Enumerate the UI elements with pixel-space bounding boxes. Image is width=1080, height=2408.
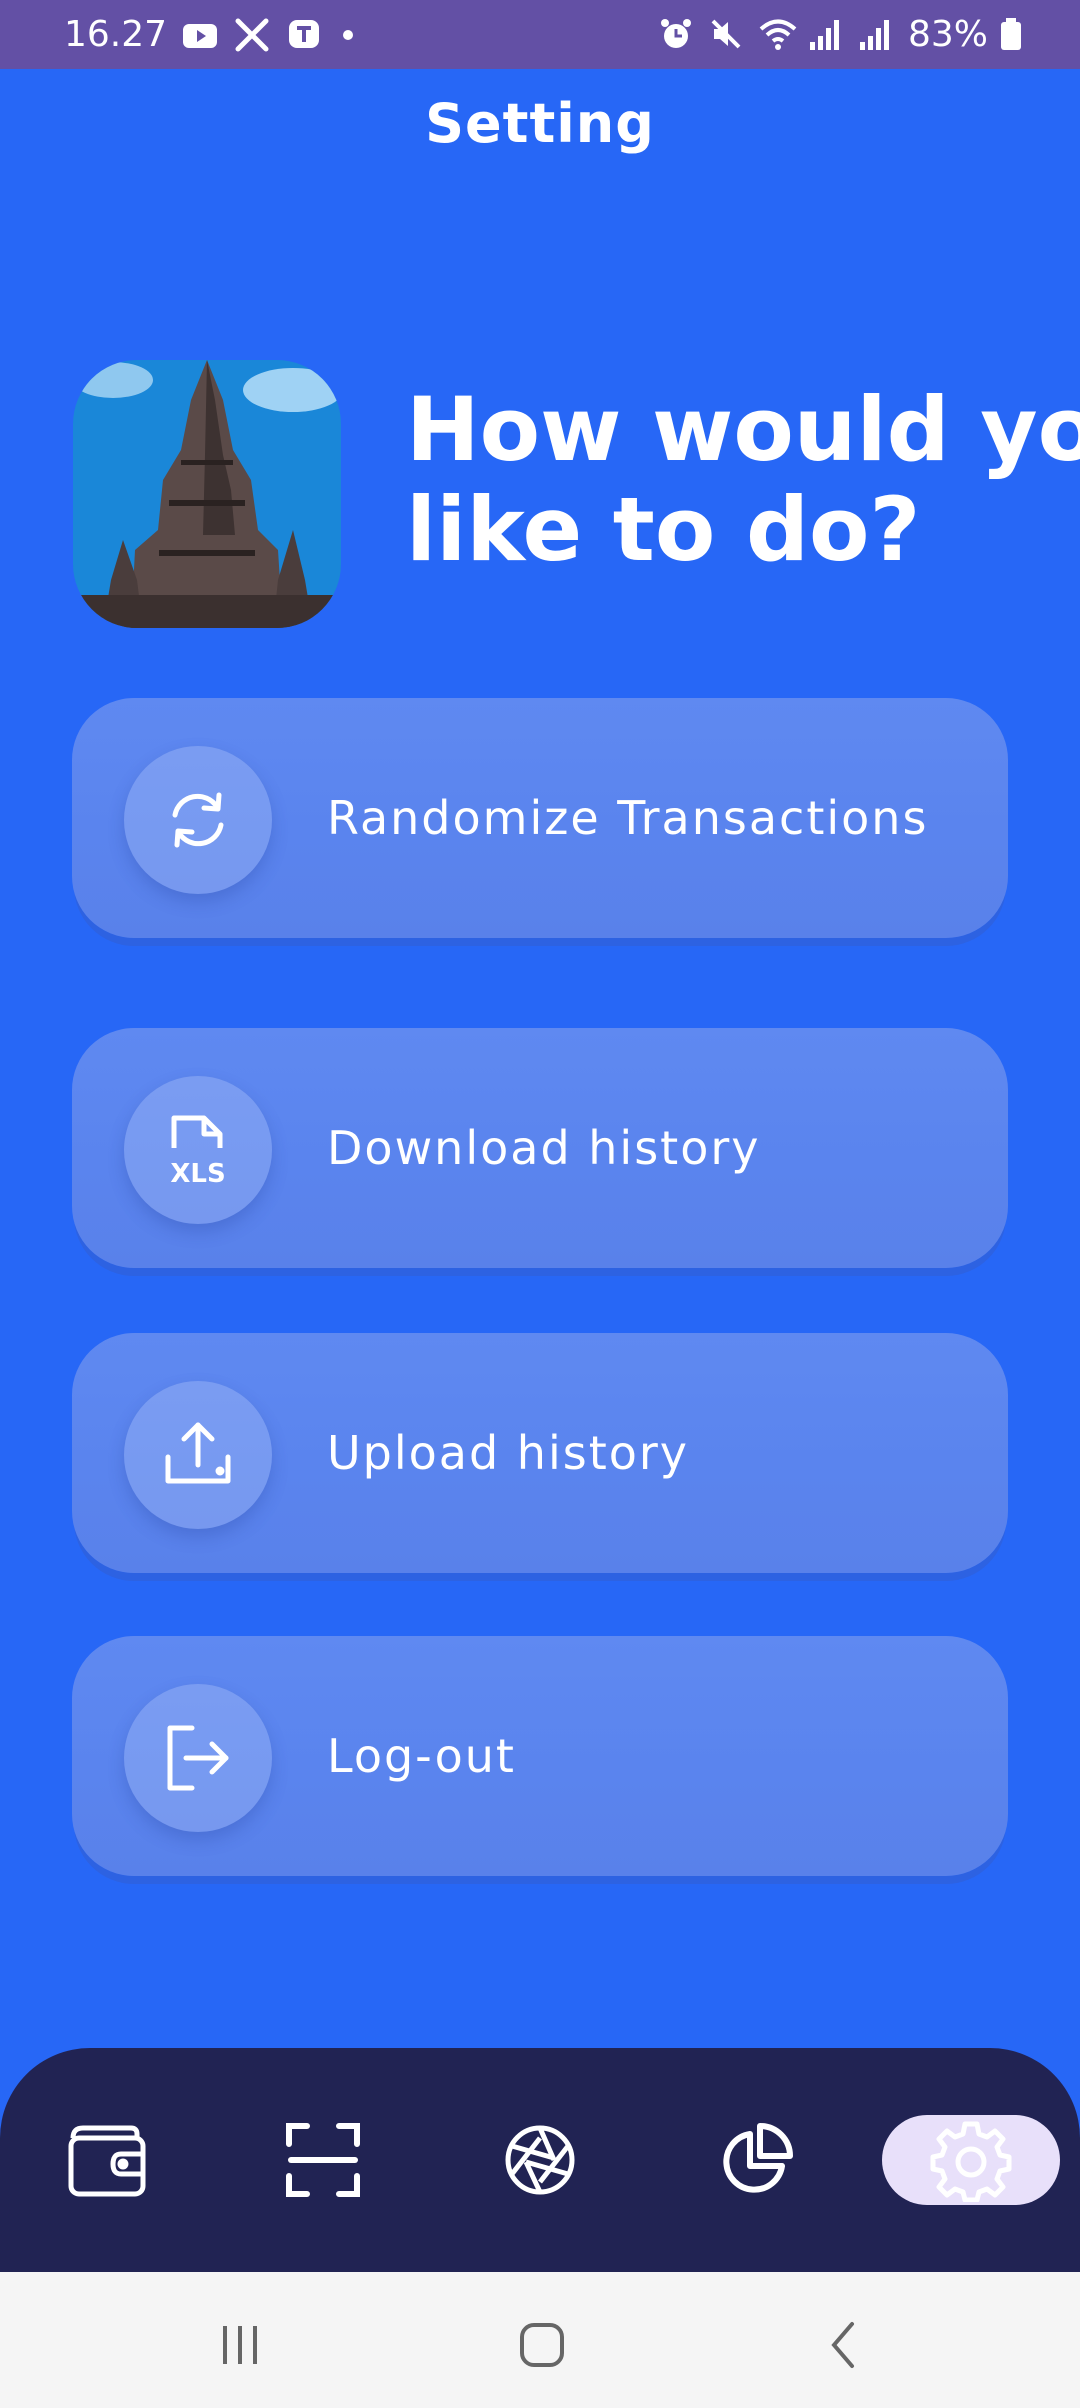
- option-label: Upload history: [327, 1426, 690, 1480]
- recent-apps-icon: [223, 2326, 257, 2364]
- hero-heading-line2: like to do?: [406, 478, 921, 580]
- option-label: Randomize Transactions: [327, 791, 929, 845]
- refresh-icon: [124, 746, 272, 894]
- option-label: Log-out: [327, 1729, 516, 1783]
- home-button[interactable]: [502, 2310, 582, 2380]
- randomize-transactions-button[interactable]: Randomize Transactions: [72, 698, 1008, 938]
- x-icon: [233, 16, 271, 54]
- temple-app-logo: [73, 360, 341, 628]
- app-icon: [285, 16, 323, 54]
- wallet-icon: [68, 2125, 146, 2197]
- upload-icon: [124, 1381, 272, 1529]
- xls-file-icon: XLS: [124, 1076, 272, 1224]
- svg-text:XLS: XLS: [170, 1159, 225, 1189]
- logout-button[interactable]: Log-out: [72, 1636, 1008, 1876]
- settings-icon: [930, 2121, 1012, 2202]
- nav-statistics[interactable]: [708, 2112, 804, 2208]
- option-label: Download history: [327, 1121, 761, 1175]
- hero-heading-line1: How would yo: [406, 380, 1080, 481]
- download-history-button[interactable]: XLS Download history: [72, 1028, 1008, 1268]
- nav-settings[interactable]: [923, 2112, 1019, 2208]
- upload-history-button[interactable]: Upload history: [72, 1333, 1008, 1573]
- mute-icon: [708, 16, 746, 54]
- scan-icon: [286, 2123, 360, 2197]
- wifi-icon: [758, 16, 797, 54]
- status-time: 16.27: [64, 14, 168, 55]
- nav-camera[interactable]: [492, 2112, 588, 2208]
- notification-dot: [343, 29, 354, 40]
- battery-percent: 83%: [907, 14, 988, 55]
- camera-shutter-icon: [505, 2125, 575, 2195]
- home-icon: [520, 2323, 564, 2367]
- nav-wallet[interactable]: [60, 2112, 156, 2208]
- status-bar: 16.27 83%: [0, 0, 1080, 69]
- youtube-icon: [181, 16, 219, 54]
- signal-icon: [858, 16, 896, 54]
- pie-chart-icon: [723, 2123, 793, 2193]
- back-button[interactable]: [805, 2310, 885, 2380]
- status-left: 16.27: [64, 0, 354, 69]
- status-right: 83%: [658, 0, 1022, 69]
- nav-scan[interactable]: [275, 2112, 371, 2208]
- page-title: Setting: [425, 92, 655, 155]
- hero-heading: How would yo like to do?: [406, 380, 1080, 580]
- logout-icon: [124, 1684, 272, 1832]
- signal-icon: [808, 16, 846, 54]
- battery-icon: [1000, 16, 1022, 54]
- back-icon: [831, 2322, 854, 2368]
- alarm-icon: [658, 16, 696, 54]
- recent-apps-button[interactable]: [200, 2310, 280, 2380]
